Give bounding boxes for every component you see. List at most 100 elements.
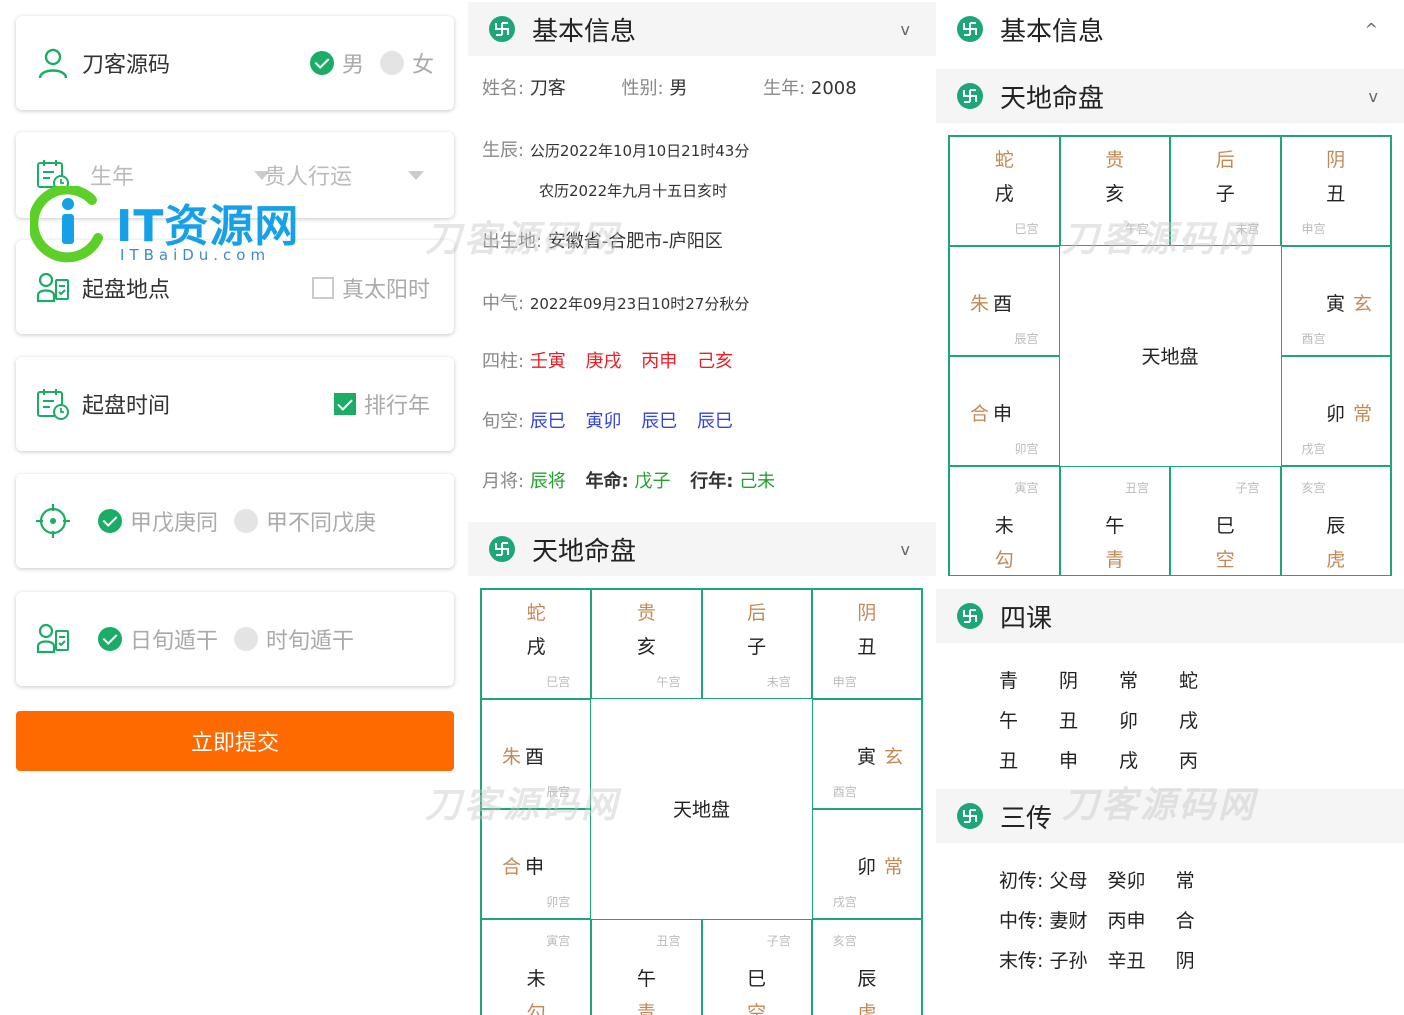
sike-cell: 卯 [1119, 710, 1139, 732]
true-solar-checkbox[interactable]: 真太阳时 [312, 272, 430, 304]
birth-solar: 公历2022年10月10日21时43分 [529, 142, 750, 160]
side-pair: 合申 [502, 852, 544, 879]
branch-label: 巳 [747, 968, 767, 990]
chuan-god: 常 [1175, 870, 1195, 892]
gender-value: 男 [669, 78, 688, 99]
god-label: 合 [970, 403, 990, 425]
gender-key: 性别: [621, 78, 664, 99]
xingnian-key: 行年: [690, 471, 734, 492]
calendar-clock-icon [37, 389, 69, 420]
board-cell-bottom: 寅宫未勾 [949, 466, 1060, 576]
sike-cell: 蛇 [1179, 670, 1199, 692]
palace-label: 酉宫 [1301, 332, 1326, 346]
branch-label: 申 [993, 403, 1013, 425]
branch-label: 丑 [857, 636, 877, 658]
nianming-value: 戊子 [634, 471, 671, 492]
god-label: 常 [1352, 403, 1372, 425]
branch-label: 卯 [856, 856, 876, 878]
god-label: 虎 [857, 1002, 877, 1015]
basic-info-header-right[interactable]: 基本信息 ^ [936, 2, 1404, 56]
caret-down-icon [408, 170, 425, 180]
board-cell-left: 合申卯宫 [949, 356, 1060, 466]
gender-female-radio[interactable]: 女 [380, 47, 434, 79]
board-cell-top: 后子未宫 [701, 589, 812, 699]
board-header-right[interactable]: 天地命盘 v [936, 69, 1404, 123]
unchecked-icon [234, 627, 258, 651]
board-cell-bottom: 亥宫辰虎 [1280, 466, 1391, 576]
basic-info-header[interactable]: 基本信息 v [468, 2, 936, 56]
gender-male-radio[interactable]: 男 [310, 47, 364, 79]
branch-label: 亥 [636, 636, 656, 658]
palace-label: 申宫 [1301, 222, 1326, 236]
jiawu-diff-label: 甲不同戊庚 [266, 511, 377, 536]
year-value: 2008 [810, 78, 857, 99]
chuan-relation: 妻财 [1049, 910, 1088, 932]
god-label: 勾 [526, 1002, 546, 1015]
jiawu-diff-radio[interactable]: 甲不同戊庚 [234, 505, 376, 537]
palace-label: 午宫 [656, 675, 681, 689]
chevron-up-icon[interactable]: ^ [1365, 20, 1378, 39]
god-label: 空 [747, 1002, 767, 1015]
god-label: 后 [747, 602, 767, 624]
branch-label: 戌 [994, 183, 1014, 205]
board-title-right: 天地命盘 [1000, 83, 1105, 114]
time-input[interactable]: 起盘时间 [82, 388, 170, 420]
board-cell-top: 阴丑申宫 [811, 589, 922, 699]
god-label: 空 [1215, 549, 1235, 571]
user-card-icon [36, 623, 69, 654]
target-icon [36, 504, 70, 538]
hour-xun-radio[interactable]: 时旬遁干 [234, 623, 354, 655]
palace-label: 戌宫 [1301, 442, 1326, 456]
sike-cell: 戌 [1179, 710, 1199, 732]
checked-icon [98, 509, 122, 533]
god-label: 贵 [1105, 149, 1125, 171]
god-label: 玄 [1352, 293, 1372, 315]
god-label: 蛇 [526, 602, 546, 624]
god-label: 虎 [1326, 549, 1346, 571]
swastika-icon [957, 16, 983, 42]
side-pair: 朱酉 [970, 289, 1012, 316]
xunkong-day: 辰巳 [641, 411, 678, 432]
gender-male-label: 男 [342, 53, 365, 78]
palace-label: 寅宫 [1014, 481, 1039, 495]
day-xun-radio[interactable]: 日旬遁干 [98, 623, 218, 655]
palace-label: 卯宫 [546, 895, 571, 909]
place-input[interactable]: 起盘地点 [82, 272, 170, 304]
rank-year-checkbox[interactable]: 排行年 [334, 388, 430, 420]
time-card[interactable]: 起盘时间 排行年 [16, 357, 454, 451]
god-label: 贵 [636, 602, 656, 624]
sike-header[interactable]: 四课 [936, 589, 1404, 643]
chevron-down-icon[interactable]: v [901, 540, 910, 559]
sizhu-day: 丙申 [641, 351, 678, 372]
side-pair: 朱酉 [502, 742, 544, 769]
branch-label: 午 [636, 968, 656, 990]
yuejiang-key: 月将: [482, 471, 525, 492]
palace-label: 申宫 [832, 675, 857, 689]
jiawu-card[interactable]: 甲戊庚同 甲不同戊庚 [16, 474, 454, 568]
branch-label: 未 [526, 968, 546, 990]
name-card[interactable]: 刀客源码 男 女 [16, 16, 454, 110]
jiawu-same-radio[interactable]: 甲戊庚同 [98, 505, 218, 537]
board-cell-bottom: 亥宫辰虎 [811, 919, 922, 1015]
board-cell-bottom: 寅宫未勾 [481, 919, 592, 1015]
board-center-label: 天地盘 [672, 799, 730, 821]
god-label: 玄 [883, 746, 903, 768]
sizhu-hour: 己亥 [697, 351, 734, 372]
palace-label: 子宫 [766, 934, 791, 948]
chevron-down-icon[interactable]: v [901, 20, 910, 39]
side-pair: 卯常 [1326, 399, 1372, 426]
watermark: 刀客源码网 [1062, 219, 1258, 260]
logo-text: IT资源网 [116, 201, 300, 252]
sike-cell: 戌 [1119, 750, 1139, 772]
chevron-down-icon[interactable]: v [1369, 87, 1378, 106]
sike-cell: 丙 [1179, 750, 1199, 772]
xun-card[interactable]: 日旬遁干 时旬遁干 [16, 592, 454, 686]
god-label: 朱 [502, 746, 522, 768]
submit-button[interactable]: 立即提交 [16, 711, 454, 771]
god-label: 蛇 [994, 149, 1014, 171]
qi-row: 中气: 2022年09月23日10时27分秋分 [482, 289, 749, 315]
name-input[interactable]: 刀客源码 [82, 47, 170, 79]
board-header-mid[interactable]: 天地命盘 v [468, 522, 936, 576]
god-label: 青 [1105, 549, 1125, 571]
branch-label: 子 [1215, 183, 1235, 205]
